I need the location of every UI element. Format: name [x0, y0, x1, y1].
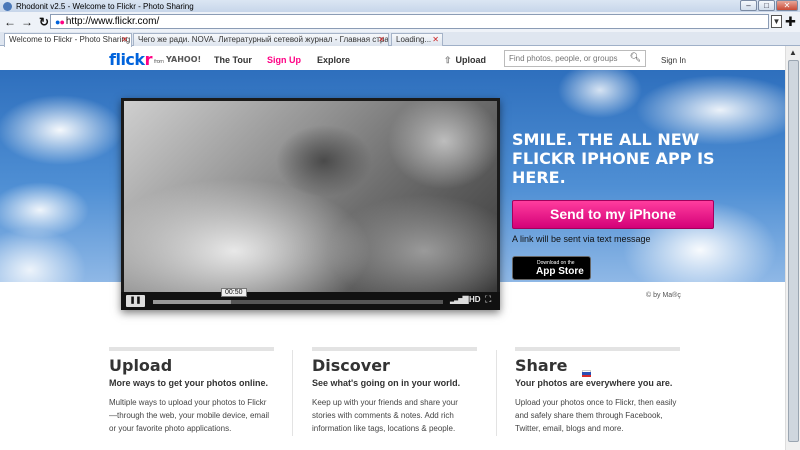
- column-subtitle: Your photos are everywhere you are.: [515, 378, 673, 388]
- upload-arrow-icon: ⇧: [444, 55, 452, 65]
- window-title: Rhodonit v2.5 - Welcome to Flickr - Phot…: [16, 1, 194, 11]
- url-input[interactable]: [65, 16, 706, 27]
- column-divider: [496, 350, 497, 436]
- add-icon[interactable]: ✚: [785, 14, 796, 29]
- column-subtitle: More ways to get your photos online.: [109, 378, 269, 388]
- photo-credit: © by Ma®ç: [646, 292, 681, 299]
- scrollbar-thumb[interactable]: [788, 60, 799, 442]
- column-body: Keep up with your friends and share your…: [312, 398, 458, 433]
- close-icon[interactable]: ✕: [776, 0, 798, 11]
- russian-flag-icon: [582, 370, 591, 377]
- video-player[interactable]: ❚❚ 00:50 ▂▃▅▇ HD ⛶: [121, 98, 500, 310]
- tab-label: Чего же ради. NOVA. Литературный сетевой…: [138, 35, 389, 44]
- hero-headline: Smile. The all new Flickr iPhone app is …: [512, 130, 715, 187]
- video-controls: ❚❚ 00:50 ▂▃▅▇ HD ⛶: [121, 288, 500, 310]
- fullscreen-icon[interactable]: ⛶: [485, 294, 491, 305]
- url-dropdown-icon[interactable]: ▼: [771, 15, 782, 28]
- column-title[interactable]: Upload: [109, 356, 274, 375]
- tab-label: Loading...: [396, 35, 432, 44]
- seek-bar[interactable]: 00:50: [153, 288, 443, 304]
- column-subtitle: See what's going on in your world.: [312, 378, 461, 388]
- logo-from: from: [154, 59, 164, 65]
- yahoo-logo: YAHOO!: [166, 55, 202, 64]
- window-titlebar: Rhodonit v2.5 - Welcome to Flickr - Phot…: [0, 0, 800, 12]
- tab-close-icon[interactable]: ✕: [121, 34, 128, 45]
- app-store-badge[interactable]: Download on the App Store: [512, 256, 591, 280]
- tab-flickr[interactable]: Welcome to Flickr - Photo Sharing ✕: [4, 33, 132, 47]
- window-controls: – □ ✕: [740, 0, 798, 11]
- nav-sign-up[interactable]: Sign Up: [267, 55, 301, 65]
- tab-nova[interactable]: Чего же ради. NOVA. Литературный сетевой…: [133, 33, 389, 46]
- time-readout: 00:50: [221, 288, 247, 297]
- hd-toggle[interactable]: HD: [469, 295, 481, 304]
- address-bar[interactable]: ●●: [50, 14, 769, 29]
- search-box: 🔍︎: [504, 50, 646, 67]
- tab-close-icon[interactable]: ✕: [432, 34, 439, 45]
- send-to-iphone-button[interactable]: Send to my iPhone: [512, 200, 714, 229]
- tab-loading[interactable]: Loading... ✕: [391, 33, 443, 46]
- maximize-icon[interactable]: □: [758, 0, 775, 11]
- search-input[interactable]: [505, 51, 625, 66]
- column-title[interactable]: Share: [515, 356, 680, 375]
- column-upload: Upload More ways to get your photos onli…: [109, 347, 274, 435]
- flickr-page: flickr from YAHOO! The Tour Sign Up Expl…: [0, 47, 785, 450]
- browser-app-icon: [3, 1, 12, 11]
- vertical-scrollbar[interactable]: ▲: [785, 46, 800, 450]
- seek-bar-played: [153, 300, 232, 304]
- nav-explore[interactable]: Explore: [317, 55, 350, 65]
- back-icon[interactable]: ←: [3, 15, 17, 29]
- flickr-favicon-icon: ●●: [55, 16, 65, 27]
- tab-label: Welcome to Flickr - Photo Sharing: [9, 35, 131, 44]
- reload-icon[interactable]: ↻: [37, 15, 51, 29]
- volume-icon[interactable]: ▂▃▅▇: [450, 295, 469, 304]
- tab-strip: Welcome to Flickr - Photo Sharing ✕ Чего…: [0, 32, 800, 47]
- search-icon[interactable]: 🔍︎: [630, 52, 641, 63]
- site-header: flickr from YAHOO! The Tour Sign Up Expl…: [0, 47, 785, 70]
- sign-in-link[interactable]: Sign In: [661, 56, 686, 65]
- upload-link[interactable]: ⇧ Upload: [444, 55, 486, 66]
- column-title[interactable]: Discover: [312, 356, 477, 375]
- column-body: Upload your photos once to Flickr, then …: [515, 398, 677, 433]
- column-discover: Discover See what's going on in your wor…: [312, 347, 477, 435]
- link-note: A link will be sent via text message: [512, 234, 651, 244]
- tab-close-icon[interactable]: ✕: [378, 34, 385, 45]
- forward-icon[interactable]: →: [20, 15, 34, 29]
- nav-the-tour[interactable]: The Tour: [214, 55, 252, 65]
- pause-icon[interactable]: ❚❚: [126, 295, 145, 307]
- flickr-logo[interactable]: flickr from YAHOO!: [109, 50, 201, 69]
- minimize-icon[interactable]: –: [740, 0, 757, 11]
- column-divider: [292, 350, 293, 436]
- column-body: Multiple ways to upload your photos to F…: [109, 398, 270, 433]
- video-frame[interactable]: [124, 101, 497, 292]
- column-share: Share Your photos are everywhere you are…: [515, 347, 680, 435]
- browser-toolbar: ← → ↻ ●● ▼ ✚: [0, 12, 800, 32]
- scroll-up-icon[interactable]: ▲: [789, 48, 797, 57]
